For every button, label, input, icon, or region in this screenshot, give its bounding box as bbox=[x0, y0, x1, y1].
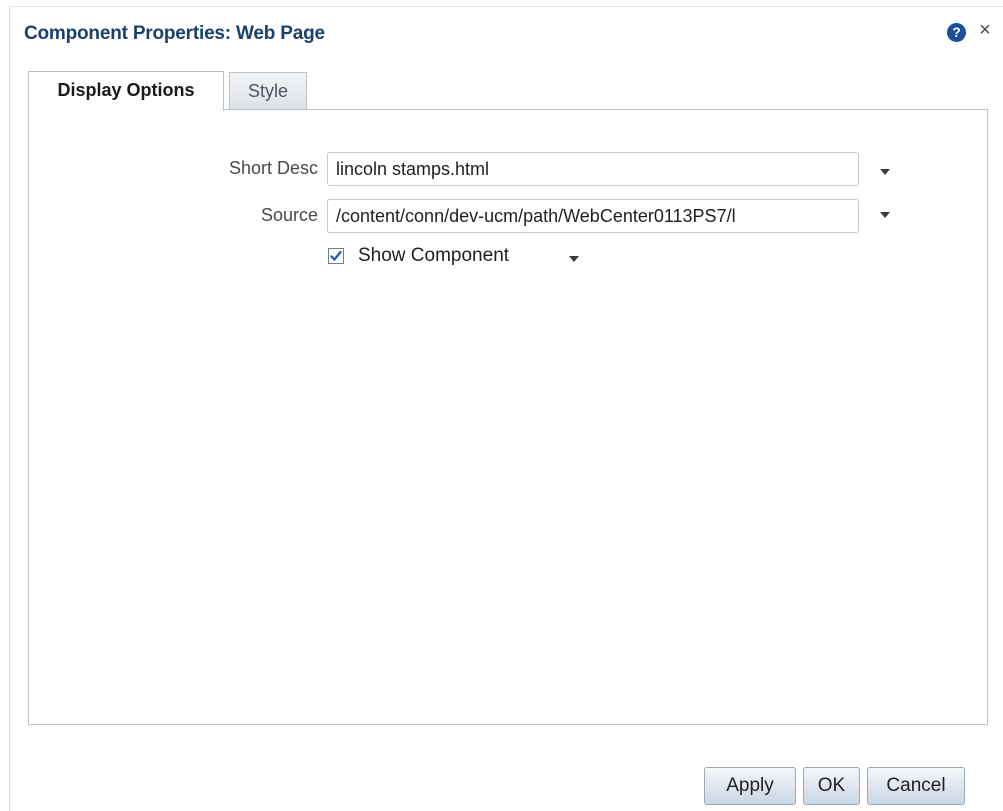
apply-button[interactable]: Apply bbox=[704, 767, 796, 805]
source-label: Source bbox=[260, 205, 318, 225]
short-desc-dropdown-icon[interactable] bbox=[880, 169, 890, 175]
help-icon[interactable]: ? bbox=[947, 23, 966, 42]
show-component-dropdown-icon[interactable] bbox=[569, 256, 579, 262]
short-desc-label: Short Desc bbox=[228, 158, 318, 178]
show-component-label: Show Component bbox=[358, 245, 510, 266]
short-desc-input[interactable]: lincoln stamps.html bbox=[327, 152, 859, 186]
dialog-left-border bbox=[9, 6, 10, 811]
show-component-checkbox[interactable] bbox=[328, 248, 344, 264]
source-input[interactable]: /content/conn/dev-ucm/path/WebCenter0113… bbox=[327, 199, 859, 233]
tab-display-options[interactable]: Display Options bbox=[28, 71, 224, 111]
cancel-button[interactable]: Cancel bbox=[867, 767, 965, 805]
dialog-title: Component Properties: Web Page bbox=[24, 23, 325, 44]
ok-button[interactable]: OK bbox=[803, 767, 860, 805]
source-dropdown-icon[interactable] bbox=[880, 212, 890, 218]
component-properties-dialog: Component Properties: Web Page ? × Displ… bbox=[0, 0, 1003, 811]
tab-style[interactable]: Style bbox=[229, 72, 307, 109]
checkmark-icon bbox=[330, 250, 342, 261]
dialog-top-border bbox=[9, 6, 1003, 7]
close-icon[interactable]: × bbox=[976, 19, 994, 41]
